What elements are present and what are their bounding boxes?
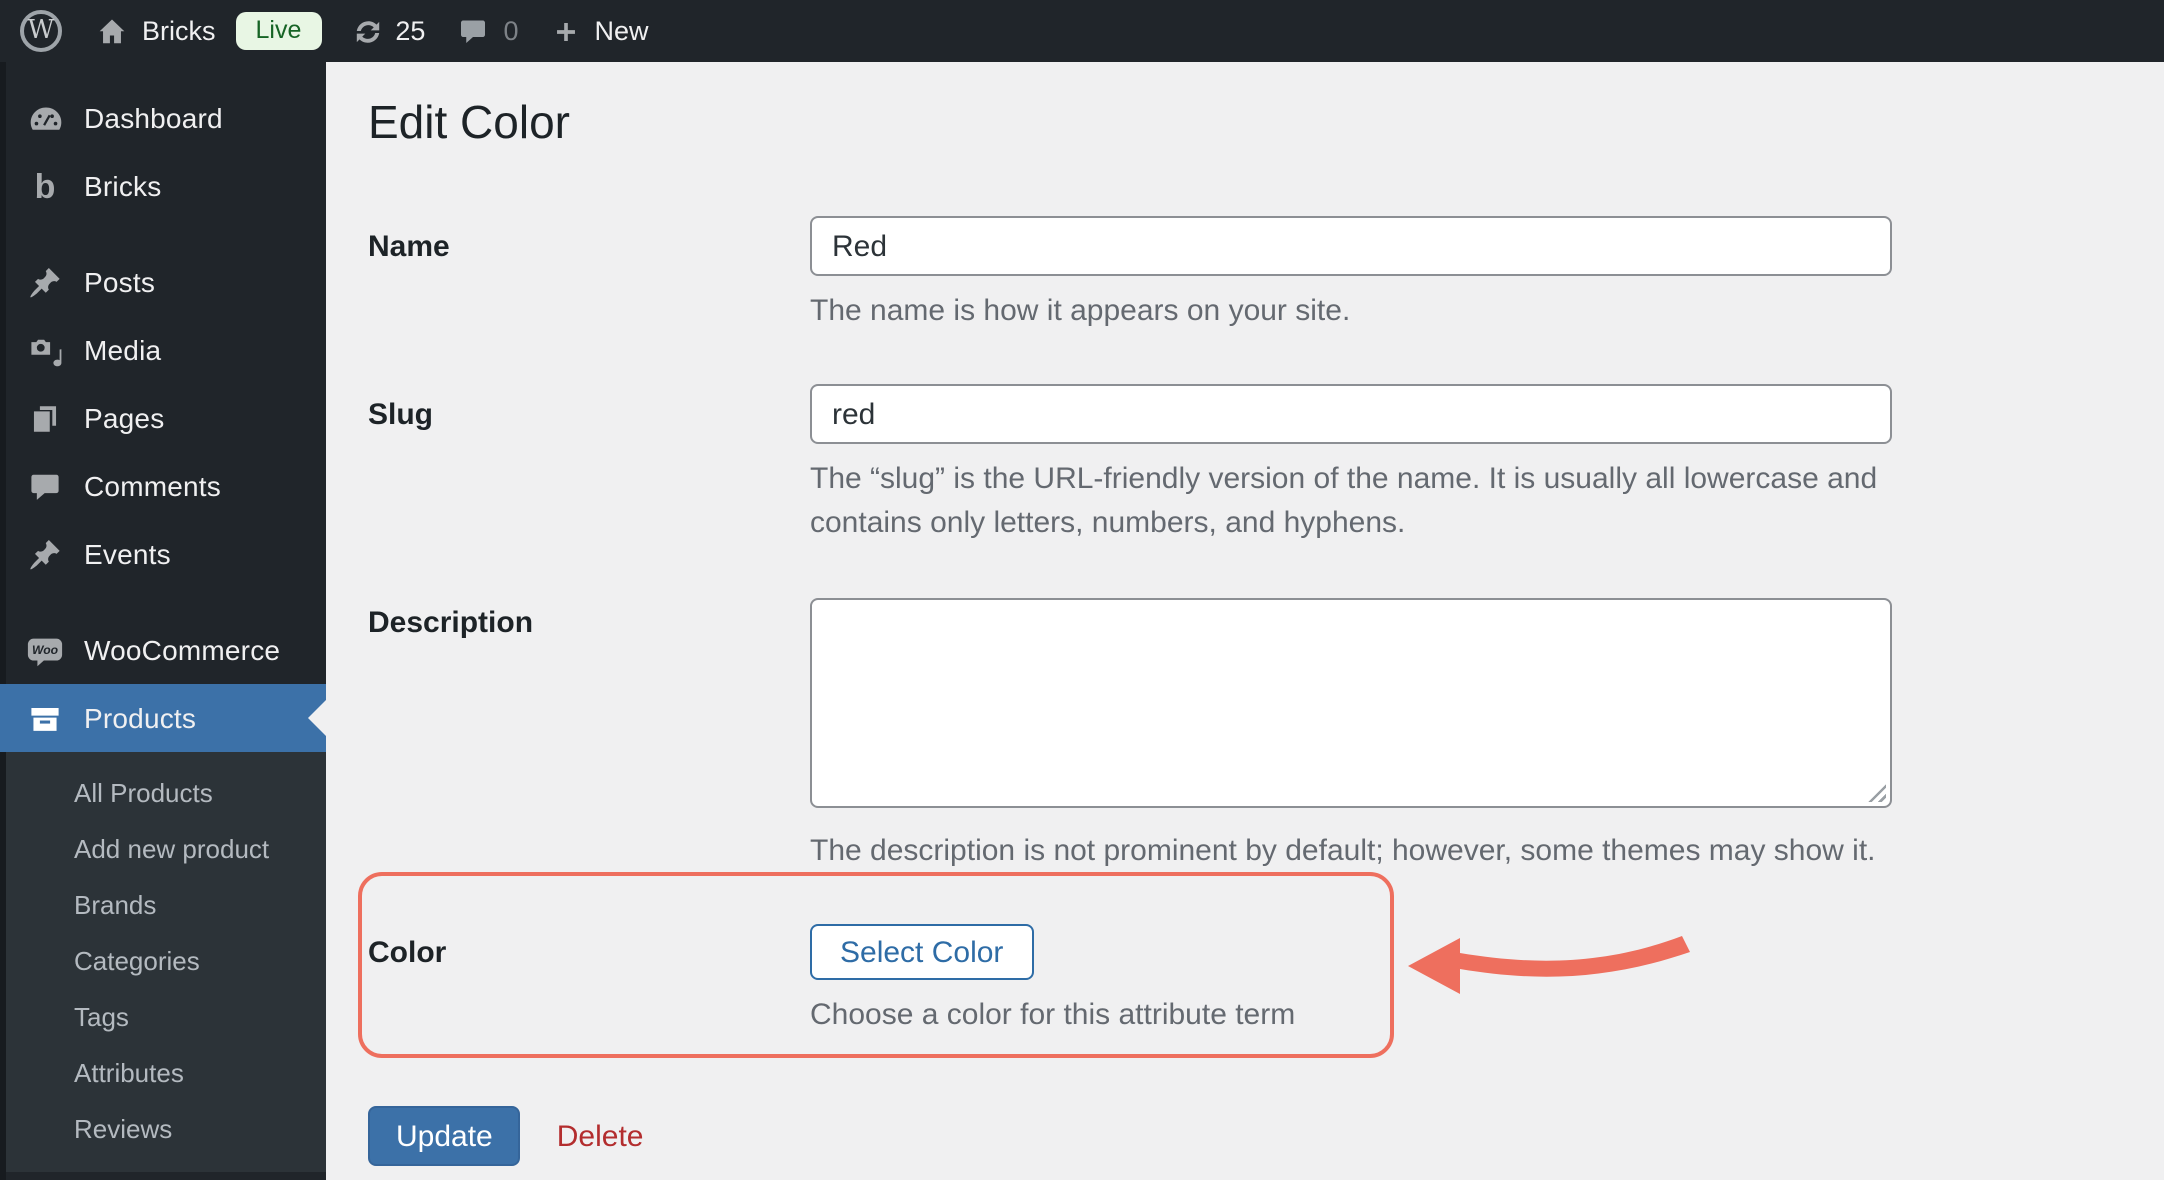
comments-icon — [26, 467, 64, 505]
sidebar-item-posts[interactable]: Posts — [0, 248, 326, 316]
woocommerce-icon: Woo — [26, 631, 64, 669]
menu-separator — [0, 220, 326, 248]
plus-icon — [552, 17, 580, 45]
sidebar-item-label: WooCommerce — [84, 634, 281, 666]
new-menu[interactable]: New — [552, 16, 649, 46]
pin-icon — [26, 535, 64, 573]
sidebar-item-label: Media — [84, 334, 162, 366]
svg-text:Woo: Woo — [32, 642, 59, 656]
wordpress-logo-letter: W — [27, 15, 55, 45]
update-button[interactable]: Update — [368, 1106, 521, 1166]
color-label: Color — [368, 935, 447, 969]
sidebar-item-bricks[interactable]: b Bricks — [0, 152, 326, 220]
site-menu[interactable]: Bricks — [96, 15, 216, 47]
home-icon — [96, 15, 128, 47]
products-submenu: All Products Add new product Brands Cate… — [0, 752, 326, 1172]
updates-menu[interactable]: 25 — [351, 15, 425, 47]
description-textarea[interactable] — [810, 598, 1892, 808]
sidebar-item-pages[interactable]: Pages — [0, 384, 326, 452]
submenu-item-tags[interactable]: Tags — [0, 988, 326, 1044]
sidebar-item-comments[interactable]: Comments — [0, 452, 326, 520]
sidebar-item-products[interactable]: Products — [0, 684, 326, 752]
annotation-arrow-icon — [1408, 936, 1690, 994]
sidebar-item-media[interactable]: Media — [0, 316, 326, 384]
comment-bubble-icon — [457, 16, 487, 46]
description-label: Description — [368, 605, 534, 639]
sidebar-item-label: Events — [84, 538, 171, 570]
page-title: Edit Color — [368, 96, 570, 148]
slug-label: Slug — [368, 397, 433, 431]
name-help-text: The name is how it appears on your site. — [810, 294, 1351, 328]
sidebar-item-events[interactable]: Events — [0, 520, 326, 588]
active-menu-arrow — [308, 700, 326, 736]
media-icon — [26, 331, 64, 369]
live-badge: Live — [235, 11, 322, 51]
pages-icon — [26, 399, 64, 437]
submenu-item-brands[interactable]: Brands — [0, 876, 326, 932]
delete-link[interactable]: Delete — [557, 1119, 644, 1153]
submenu-item-all-products[interactable]: All Products — [0, 764, 326, 820]
bricks-icon: b — [26, 167, 64, 205]
wordpress-admin: W Bricks Live 25 0 New Dashboard b Brick… — [0, 0, 2164, 1180]
comment-count: 0 — [503, 16, 519, 46]
comments-menu[interactable]: 0 — [457, 16, 518, 46]
sidebar-item-dashboard[interactable]: Dashboard — [0, 84, 326, 152]
submenu-item-reviews[interactable]: Reviews — [0, 1100, 326, 1156]
pin-icon — [26, 263, 64, 301]
form-actions: Update Delete — [368, 1106, 643, 1166]
new-label: New — [594, 16, 649, 46]
sidebar-item-label: Pages — [84, 402, 165, 434]
sidebar-item-label: Dashboard — [84, 102, 223, 134]
name-input[interactable] — [810, 216, 1892, 276]
slug-input[interactable] — [810, 384, 1892, 444]
slug-help-text: The “slug” is the URL-friendly version o… — [810, 462, 1878, 539]
bricks-icon-letter: b — [34, 167, 56, 205]
sidebar-item-label: Bricks — [84, 170, 162, 202]
main-content: Edit Color Name The name is how it appea… — [326, 62, 2164, 1180]
sidebar-item-label: Products — [84, 702, 197, 734]
update-icon — [351, 15, 383, 47]
sidebar-item-woocommerce[interactable]: Woo WooCommerce — [0, 616, 326, 684]
sidebar-item-label: Comments — [84, 470, 221, 502]
update-count: 25 — [395, 16, 426, 46]
submenu-item-add-new-product[interactable]: Add new product — [0, 820, 326, 876]
admin-bar: W Bricks Live 25 0 New — [0, 0, 2164, 62]
wordpress-logo-icon[interactable]: W — [20, 10, 62, 52]
site-name: Bricks — [142, 16, 216, 46]
products-icon — [26, 699, 64, 737]
admin-sidebar: Dashboard b Bricks Posts Media Pages Com… — [0, 62, 326, 1180]
sidebar-item-label: Posts — [84, 266, 156, 298]
color-help-text: Choose a color for this attribute term — [810, 998, 1296, 1032]
menu-separator — [0, 588, 326, 616]
description-help-text: The description is not prominent by defa… — [810, 834, 1876, 868]
dashboard-icon — [26, 99, 64, 137]
name-label: Name — [368, 229, 450, 263]
submenu-item-attributes[interactable]: Attributes — [0, 1044, 326, 1100]
select-color-button[interactable]: Select Color — [810, 924, 1034, 980]
description-field-wrap — [810, 598, 1892, 808]
submenu-item-categories[interactable]: Categories — [0, 932, 326, 988]
